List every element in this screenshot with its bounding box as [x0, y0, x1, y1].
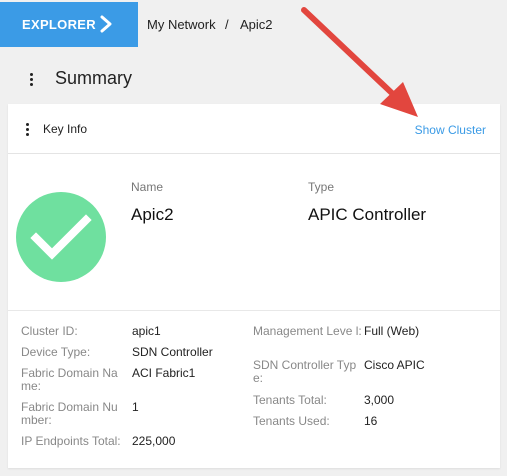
detail-label: Cluster ID: [21, 324, 78, 338]
detail-label: IP Endpoints Total: [21, 434, 121, 448]
key-info-card: Key Info Show Cluster Name Apic2 Type AP… [8, 104, 500, 468]
detail-label: Tenants Used: [253, 414, 330, 428]
section-divider [8, 310, 500, 311]
type-value: APIC Controller [308, 205, 427, 224]
chevron-right-icon [100, 15, 112, 33]
detail-value: ACI Fabric1 [132, 366, 196, 380]
detail-value: apic1 [132, 324, 161, 338]
name-value: Apic2 [131, 205, 174, 224]
card-header: Key Info Show Cluster [8, 104, 500, 154]
detail-value: 3,000 [364, 393, 395, 407]
detail-label: Fabric Domain Na me: [21, 366, 118, 393]
detail-label: Device Type: [21, 345, 91, 359]
key-info-menu-icon[interactable] [26, 123, 30, 138]
detail-label: SDN Controller Typ e: [253, 358, 357, 385]
status-ok-indicator [16, 192, 106, 282]
breadcrumb-separator: / [225, 17, 229, 32]
top-bar: EXPLORER My Network / Apic2 [0, 0, 507, 50]
detail-value: Cisco APIC [364, 358, 425, 372]
breadcrumb-my-network[interactable]: My Network [147, 17, 216, 32]
summary-menu-icon[interactable] [30, 73, 34, 88]
summary-header: Summary [0, 62, 507, 96]
page-title: Summary [55, 68, 133, 88]
explorer-label: EXPLORER [22, 17, 96, 32]
card-title: Key Info [43, 122, 88, 136]
explorer-button[interactable]: EXPLORER [0, 2, 138, 47]
show-cluster-link[interactable]: Show Cluster [415, 123, 486, 137]
detail-value: Full (Web) [364, 324, 420, 338]
detail-value: 225,000 [132, 434, 176, 448]
type-label: Type [308, 180, 335, 194]
detail-value: 16 [364, 414, 378, 428]
checkmark-icon [30, 214, 92, 260]
detail-label: Management Leve l: [253, 324, 362, 338]
detail-value: SDN Controller [132, 345, 213, 359]
breadcrumb-current: Apic2 [240, 17, 273, 32]
detail-label: Tenants Total: [253, 393, 327, 407]
name-label: Name [131, 180, 164, 194]
detail-value: 1 [132, 400, 139, 414]
detail-label: Fabric Domain Nu mber: [21, 400, 118, 427]
